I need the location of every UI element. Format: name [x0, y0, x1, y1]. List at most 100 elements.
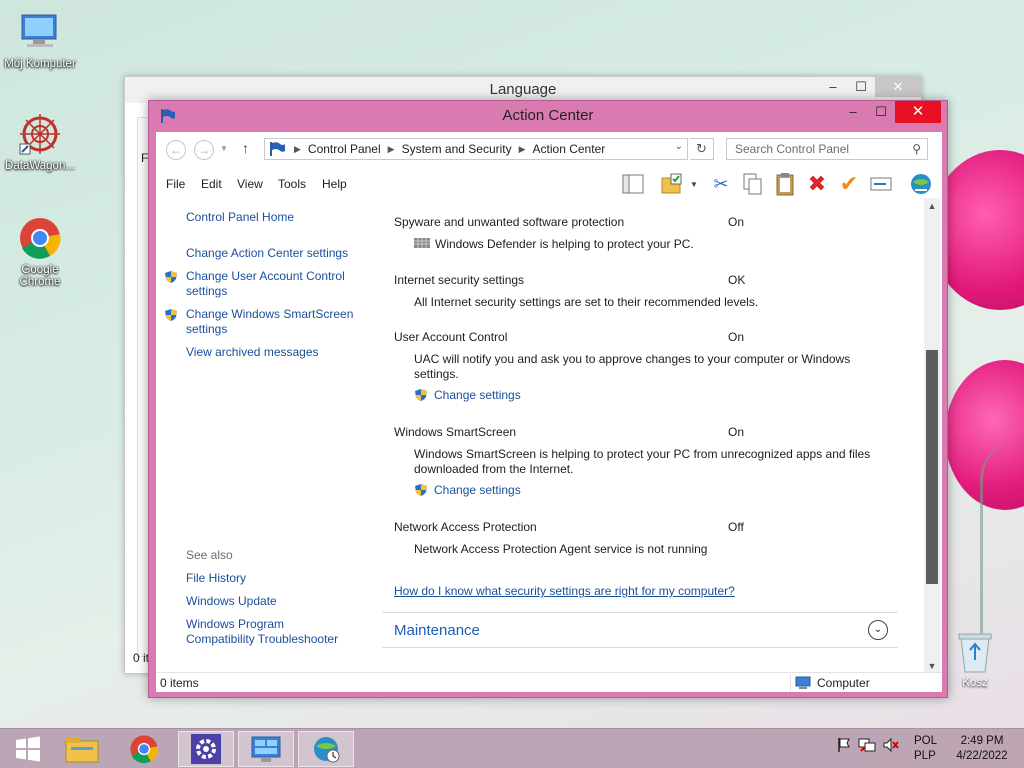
desktop-icon-datawagon[interactable]: DataWagon...	[2, 112, 78, 172]
security-help-link[interactable]: How do I know what security settings are…	[394, 584, 735, 598]
up-arrow-icon[interactable]: ↑	[242, 140, 249, 156]
action-center-flag-icon[interactable]	[836, 737, 852, 756]
change-smartscreen-settings-link[interactable]: Change Windows SmartScreen settings	[186, 307, 356, 337]
desktop-icon-recycle-bin[interactable]: Kosz	[946, 630, 1004, 689]
taskbar-settings[interactable]	[178, 731, 234, 767]
chevron-down-icon[interactable]: ⌄	[675, 141, 683, 152]
layout-pane-icon[interactable]	[620, 171, 646, 197]
security-item-status: On	[728, 330, 745, 344]
maximize-button[interactable]: ☐	[867, 101, 895, 123]
taskbar-clock[interactable]: 2:49 PM 4/22/2022	[952, 734, 1012, 764]
view-archived-messages-link[interactable]: View archived messages	[186, 345, 356, 360]
start-button[interactable]	[0, 731, 56, 767]
maintenance-section[interactable]: Maintenance ⌄	[382, 612, 898, 648]
security-item-desc: All Internet security settings are set t…	[414, 295, 759, 309]
gear-icon	[191, 734, 221, 764]
menu-bar: File Edit View Tools Help ▼ ✂ ✖ ✔	[156, 168, 942, 198]
globe-icon[interactable]	[908, 171, 934, 197]
taskbar-language[interactable]	[298, 731, 354, 767]
refresh-button[interactable]: ↻	[690, 138, 714, 160]
keyboard-layout-code: PLP	[914, 750, 936, 762]
windows-update-link[interactable]: Windows Update	[186, 594, 356, 609]
recent-dropdown-icon[interactable]: ▼	[220, 144, 228, 153]
change-action-center-settings-link[interactable]: Change Action Center settings	[186, 246, 356, 261]
flag-icon	[270, 142, 285, 156]
forward-button[interactable]: →	[194, 140, 214, 160]
uac-shield-icon	[415, 484, 427, 496]
volume-muted-icon[interactable]	[882, 737, 900, 756]
close-button[interactable]: ✕	[895, 101, 941, 123]
minimize-button[interactable]: –	[839, 101, 867, 123]
breadcrumb-control-panel[interactable]: Control Panel	[308, 142, 381, 156]
action-center-window[interactable]: Action Center – ☐ ✕ ← → ▼ ↑ ▶ Control Pa…	[148, 100, 948, 698]
item-count: 0 items	[160, 676, 199, 690]
window-client: ← → ▼ ↑ ▶ Control Panel ▶ System and Sec…	[156, 132, 942, 692]
paste-icon[interactable]	[772, 171, 798, 197]
window-title: Action Center	[502, 107, 594, 124]
back-button[interactable]: ←	[166, 140, 186, 160]
security-item-desc: Windows SmartScreen is helping to protec…	[414, 447, 871, 476]
uac-change-settings-link[interactable]: Change settings	[414, 388, 521, 402]
desktop-icon-label: Google Chrome	[19, 264, 61, 288]
compatibility-troubleshooter-link[interactable]: Windows Program Compatibility Troublesho…	[186, 617, 356, 647]
menu-tools[interactable]: Tools	[278, 177, 306, 191]
folder-options-icon[interactable]	[660, 171, 686, 197]
desktop-icon-computer[interactable]: Mój Komputer	[2, 10, 78, 70]
input-language-indicator[interactable]: POL PLP	[914, 734, 937, 764]
security-content: Spyware and unwanted software protection…	[382, 198, 922, 674]
security-item-name: Windows SmartScreen	[394, 425, 517, 439]
taskbar-control-panel[interactable]	[238, 731, 294, 767]
taskbar-chrome[interactable]	[116, 731, 172, 767]
breadcrumb-system-security[interactable]: System and Security	[402, 142, 512, 156]
chevron-down-icon[interactable]: ⌄	[868, 620, 888, 640]
language-minimize-button[interactable]: –	[819, 77, 847, 97]
language-code: POL	[914, 735, 938, 747]
taskbar-file-explorer[interactable]	[54, 731, 110, 767]
defender-wall-icon	[414, 238, 430, 248]
computer-icon	[795, 676, 811, 689]
status-bar: 0 items Computer	[156, 672, 942, 692]
menu-view[interactable]: View	[237, 177, 263, 191]
search-icon: ⚲	[912, 142, 921, 156]
security-item-desc: UAC will notify you and ask you to appro…	[414, 352, 851, 381]
language-maximize-button[interactable]: ☐	[847, 77, 875, 97]
cut-icon[interactable]: ✂	[708, 171, 734, 197]
network-icon[interactable]	[858, 737, 876, 756]
computer-icon	[18, 10, 62, 54]
language-close-button[interactable]: ✕	[875, 77, 921, 97]
recycle-bin-label: Kosz	[962, 677, 988, 689]
datawagon-icon	[18, 112, 62, 156]
file-history-link[interactable]: File History	[186, 571, 356, 586]
smartscreen-change-settings-link[interactable]: Change settings	[414, 483, 521, 497]
search-input[interactable]: Search Control Panel ⚲	[726, 138, 928, 160]
clock-time: 2:49 PM	[960, 735, 1004, 747]
delete-icon[interactable]: ✖	[804, 171, 830, 197]
globe-clock-icon	[314, 737, 340, 763]
chevron-down-icon[interactable]: ▼	[690, 180, 698, 189]
properties-check-icon[interactable]: ✔	[836, 171, 862, 197]
change-settings-label: Change settings	[434, 388, 521, 402]
security-item-desc: Network Access Protection Agent service …	[414, 542, 708, 556]
system-tray	[836, 737, 900, 756]
breadcrumb-separator: ▶	[294, 143, 301, 154]
menu-help[interactable]: Help	[322, 177, 347, 191]
vertical-scrollbar[interactable]: ▲ ▼	[924, 198, 940, 674]
security-item-status: On	[728, 215, 745, 229]
recycle-bin-icon	[958, 633, 992, 673]
chrome-icon	[18, 216, 62, 260]
breadcrumb-separator: ▶	[518, 143, 526, 154]
copy-icon[interactable]	[740, 171, 766, 197]
menu-file[interactable]: File	[166, 177, 185, 191]
address-bar[interactable]: ▶ Control Panel ▶ System and Security ▶ …	[264, 138, 688, 160]
breadcrumb-action-center[interactable]: Action Center	[533, 142, 606, 156]
wallpaper-stem	[980, 440, 1020, 640]
scroll-up-icon[interactable]: ▲	[924, 198, 940, 214]
change-uac-settings-link[interactable]: Change User Account Control settings	[186, 269, 356, 299]
desktop-icon-chrome[interactable]: Google Chrome	[2, 216, 78, 288]
control-panel-home-link[interactable]: Control Panel Home	[186, 210, 356, 225]
menu-edit[interactable]: Edit	[201, 177, 222, 191]
scrollbar-thumb[interactable]	[926, 350, 938, 584]
security-item-desc: Windows Defender is helping to protect y…	[435, 237, 694, 251]
search-placeholder: Search Control Panel	[735, 142, 850, 156]
rename-icon[interactable]	[868, 171, 894, 197]
